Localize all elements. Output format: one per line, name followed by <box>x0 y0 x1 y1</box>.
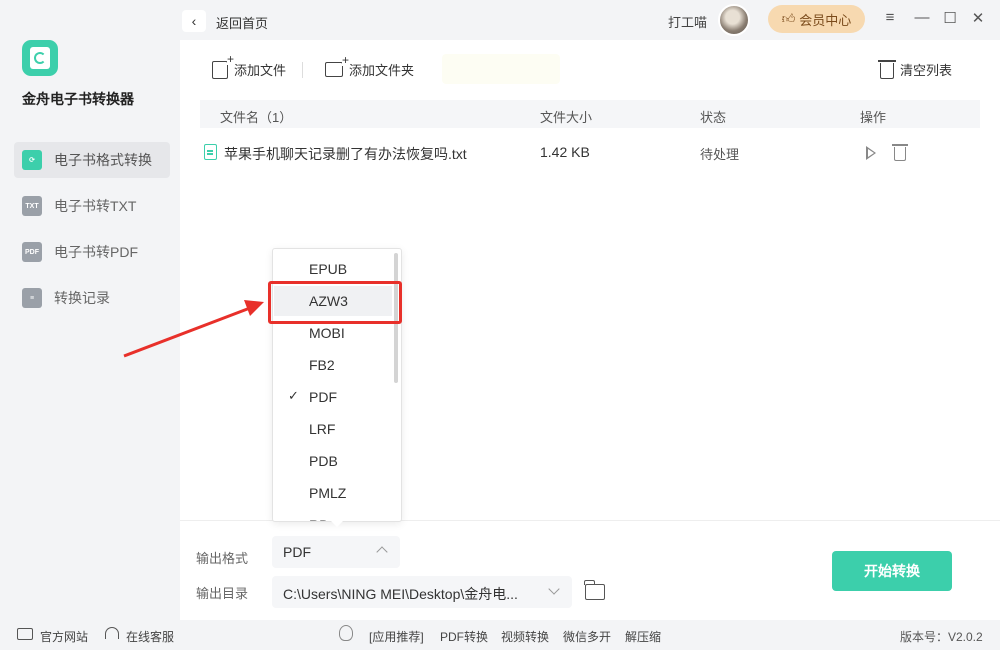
checkmark-icon: ✓ <box>288 388 299 403</box>
footer-link-video[interactable]: 视频转换 <box>501 628 549 645</box>
pdf-icon: PDF <box>22 242 42 262</box>
output-dir-value: C:\Users\NING MEI\Desktop\金舟电... <box>283 586 518 602</box>
vip-center-button[interactable]: 👍︎ 会员中心 <box>768 5 865 33</box>
thumbs-up-icon: 👍︎ <box>781 11 796 26</box>
version-label: 版本号：V2.0.2 <box>900 630 983 644</box>
trash-icon <box>878 60 896 79</box>
app-name: 金舟电子书转换器 <box>22 91 134 107</box>
output-format-select[interactable]: PDF <box>272 536 400 568</box>
sidebar-item-to-pdf[interactable]: PDF 电子书转PDF <box>14 234 170 270</box>
toolbar-placeholder <box>442 54 560 84</box>
headset-icon <box>105 627 119 639</box>
format-option-lrf[interactable]: LRF <box>274 414 392 444</box>
column-header-name[interactable]: 文件名（1） <box>220 107 292 126</box>
sidebar-item-label: 电子书转TXT <box>54 198 137 214</box>
sidebar-item-label: 电子书格式转换 <box>54 152 152 168</box>
table-header: 文件名（1） 文件大小 状态 操作 <box>200 100 980 128</box>
toolbar-divider <box>302 62 303 78</box>
column-header-size: 文件大小 <box>540 110 593 125</box>
delete-icon[interactable] <box>892 144 908 161</box>
app-logo-icon <box>22 40 58 76</box>
sidebar: 金舟电子书转换器 ⟳ 电子书格式转换 TXT 电子书转TXT PDF 电子书转P… <box>0 0 180 620</box>
user-name: 打工喵 <box>668 15 708 30</box>
chevron-left-icon: ‹ <box>191 13 197 29</box>
online-support-link[interactable]: 在线客服 <box>126 628 174 645</box>
add-folder-button[interactable]: 添加文件夹 <box>325 54 415 79</box>
footer: 官方网站 在线客服 [应用推荐] PDF转换 视频转换 微信多开 解压缩 版本号… <box>0 620 1000 650</box>
output-format-value: PDF <box>283 544 311 560</box>
file-name: 苹果手机聊天记录删了有办法恢复吗.txt <box>224 146 467 162</box>
play-icon[interactable] <box>866 146 876 160</box>
txt-icon: TXT <box>22 196 42 216</box>
avatar[interactable] <box>718 4 750 36</box>
toolbar: 添加文件 添加文件夹 清空列表 <box>180 40 1000 98</box>
format-option-pdb[interactable]: PDB <box>274 446 392 476</box>
column-header-actions: 操作 <box>860 110 887 125</box>
sidebar-item-label: 转换记录 <box>54 290 110 306</box>
refresh-book-icon: ⟳ <box>22 150 42 170</box>
format-option-epub[interactable]: EPUB <box>274 254 392 284</box>
table-row[interactable]: 苹果手机聊天记录删了有办法恢复吗.txt 1.42 KB 待处理 <box>200 136 980 170</box>
sidebar-item-to-txt[interactable]: TXT 电子书转TXT <box>14 188 170 224</box>
record-list-icon: ≡ <box>22 288 42 308</box>
chevron-down-icon <box>548 583 560 595</box>
back-label[interactable]: 返回首页 <box>216 13 268 32</box>
output-format-label: 输出格式 <box>196 551 249 566</box>
monitor-icon <box>17 628 33 640</box>
add-folder-icon <box>325 54 350 77</box>
sidebar-item-format-convert[interactable]: ⟳ 电子书格式转换 <box>14 142 170 178</box>
format-option-fb2[interactable]: FB2 <box>274 350 392 380</box>
maximize-icon[interactable]: ☐ <box>940 9 960 27</box>
add-file-icon <box>212 52 235 79</box>
document-icon <box>204 144 217 160</box>
annotation-highlight-box <box>268 281 402 324</box>
sidebar-item-label: 电子书转PDF <box>54 244 138 260</box>
minimize-icon[interactable]: — <box>912 9 932 26</box>
clear-list-button[interactable]: 清空列表 <box>878 60 953 79</box>
clear-list-label: 清空列表 <box>900 63 953 78</box>
official-website-link[interactable]: 官方网站 <box>40 628 88 645</box>
add-file-button[interactable]: 添加文件 <box>212 52 287 79</box>
add-file-label: 添加文件 <box>234 63 287 78</box>
sidebar-nav: ⟳ 电子书格式转换 TXT 电子书转TXT PDF 电子书转PDF ≡ 转换记录 <box>14 142 170 326</box>
folder-icon[interactable] <box>584 580 605 600</box>
dropdown-caret <box>330 520 344 527</box>
sidebar-item-history[interactable]: ≡ 转换记录 <box>14 280 170 316</box>
output-dir-label: 输出目录 <box>196 586 249 601</box>
footer-link-unzip[interactable]: 解压缩 <box>625 628 661 645</box>
start-convert-button[interactable]: 开始转换 <box>832 551 952 591</box>
back-button[interactable]: ‹ <box>182 10 206 32</box>
app-recommend-label: [应用推荐] <box>369 630 424 644</box>
format-option-pdf[interactable]: ✓ PDF <box>274 382 392 412</box>
close-icon[interactable]: ✕ <box>968 9 988 27</box>
format-option-pmlz[interactable]: PMLZ <box>274 478 392 508</box>
add-folder-label: 添加文件夹 <box>349 63 415 78</box>
footer-link-pdf[interactable]: PDF转换 <box>440 628 488 645</box>
chevron-up-icon <box>376 546 388 558</box>
title-bar: ‹ 返回首页 打工喵 👍︎ 会员中心 ≡ — ☐ ✕ <box>180 0 1000 40</box>
vip-label: 会员中心 <box>799 12 852 28</box>
column-header-status: 状态 <box>700 110 727 125</box>
format-option-label: PDF <box>309 389 337 405</box>
file-size: 1.42 KB <box>540 144 590 160</box>
file-status: 待处理 <box>700 147 740 162</box>
footer-link-wechat[interactable]: 微信多开 <box>563 628 611 645</box>
lightbulb-icon <box>339 625 353 641</box>
menu-icon[interactable]: ≡ <box>880 9 900 26</box>
output-dir-select[interactable]: C:\Users\NING MEI\Desktop\金舟电... <box>272 576 572 608</box>
